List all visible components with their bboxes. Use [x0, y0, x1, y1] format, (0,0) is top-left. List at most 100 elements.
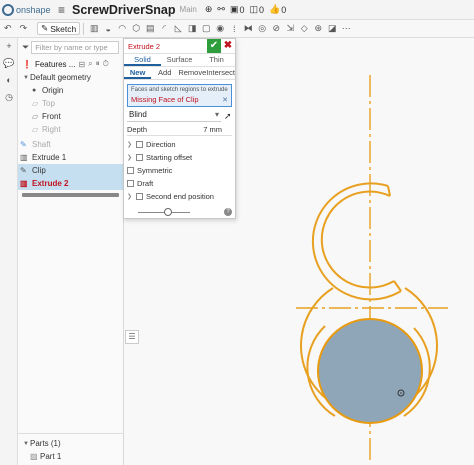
- tree-item-label: Top: [42, 99, 55, 108]
- flip-direction-icon[interactable]: ➚: [224, 111, 232, 122]
- tab-remove[interactable]: Remove: [178, 67, 206, 79]
- loft-tool-icon[interactable]: ⬡: [129, 23, 143, 35]
- tab-thin[interactable]: Thin: [198, 54, 235, 66]
- option-label: Second end position: [146, 192, 214, 201]
- slider-handle[interactable]: [164, 208, 172, 216]
- box-icon: ▣: [229, 4, 239, 14]
- revolve-tool-icon[interactable]: ◒: [101, 23, 115, 35]
- list-view-icon[interactable]: ☰: [125, 330, 139, 344]
- history-icon[interactable]: ◷: [0, 92, 18, 106]
- help-icon[interactable]: ?: [224, 208, 232, 216]
- chevron-right-icon[interactable]: ❯: [127, 193, 133, 200]
- tree-item-right-plane[interactable]: ▱ Right: [18, 123, 123, 136]
- likes-counter[interactable]: 👍 0: [269, 4, 286, 15]
- cancel-button[interactable]: ✖: [221, 39, 235, 53]
- direction-checkbox[interactable]: [136, 141, 143, 148]
- redo-icon[interactable]: ↷: [16, 23, 32, 34]
- rollback-bar[interactable]: [22, 193, 119, 197]
- accept-button[interactable]: ✔: [207, 39, 221, 53]
- fillet-tool-icon[interactable]: ◜: [157, 23, 171, 35]
- document-title[interactable]: ScrewDriverSnap: [72, 3, 176, 17]
- tree-item-label: Extrude 2: [32, 179, 69, 188]
- chamfer-tool-icon[interactable]: ◺: [171, 23, 185, 35]
- tree-item-front-plane[interactable]: ▱ Front: [18, 110, 123, 123]
- tab-intersect[interactable]: Intersect: [206, 67, 235, 79]
- option-draft[interactable]: Draft: [124, 177, 235, 190]
- comments-icon[interactable]: 💬: [0, 58, 18, 72]
- draft-tool-icon[interactable]: ◨: [185, 23, 199, 35]
- tree-item-extrude-1[interactable]: ▥ Extrude 1: [18, 151, 123, 164]
- split-tool-icon[interactable]: ⊘: [269, 23, 283, 35]
- search-icon[interactable]: ⌕: [88, 59, 92, 69]
- pattern-tool-icon[interactable]: ⁞: [227, 23, 241, 35]
- hole-tool-icon[interactable]: ◉: [213, 23, 227, 35]
- tree-item-label: Shaft: [32, 140, 51, 149]
- draft-checkbox[interactable]: [127, 180, 134, 187]
- tab-solid[interactable]: Solid: [124, 54, 161, 66]
- tab-add[interactable]: Add: [151, 67, 178, 79]
- second-end-checkbox[interactable]: [136, 193, 143, 200]
- filter-icon[interactable]: ⏷: [22, 42, 29, 53]
- regions-selection-field[interactable]: Faces and sketch regions to extrude Miss…: [127, 84, 232, 107]
- parts-counter[interactable]: ▣ 0: [230, 4, 245, 15]
- pause-icon[interactable]: ⏸: [96, 59, 100, 69]
- onshape-logo[interactable]: onshape: [0, 3, 58, 16]
- option-second-end-position[interactable]: ❯ Second end position: [124, 190, 235, 203]
- extrude-tool-icon[interactable]: ▥: [87, 23, 101, 35]
- tree-item-top-plane[interactable]: ▱ Top: [18, 97, 123, 110]
- menu-icon[interactable]: ≡: [58, 3, 70, 17]
- caret-down-icon[interactable]: ▼: [22, 75, 30, 81]
- extrude-error-icon: ▥: [20, 179, 28, 188]
- chevron-right-icon[interactable]: ❯: [127, 154, 133, 161]
- more-tools-icon[interactable]: ⋯: [339, 23, 353, 35]
- extrude-operation-tabs: New Add Remove Intersect: [124, 67, 235, 80]
- collapse-icon[interactable]: ⊟: [78, 60, 85, 69]
- mate-connector-tool-icon[interactable]: ⊛: [311, 23, 325, 35]
- tree-item-default-geometry[interactable]: ▼ Default geometry: [18, 71, 123, 84]
- boolean-tool-icon[interactable]: ◎: [255, 23, 269, 35]
- shell-tool-icon[interactable]: ▢: [199, 23, 213, 35]
- mirror-tool-icon[interactable]: ⧓: [241, 23, 255, 35]
- tree-item-label: Right: [42, 125, 61, 134]
- rebuild-icon[interactable]: ⏱: [103, 59, 109, 69]
- clip-inner-arc[interactable]: [320, 190, 395, 289]
- tab-surface[interactable]: Surface: [161, 54, 198, 66]
- chevron-right-icon[interactable]: ❯: [127, 141, 133, 148]
- preview-slider[interactable]: ?: [124, 205, 235, 219]
- sweep-tool-icon[interactable]: ◠: [115, 23, 129, 35]
- parts-label: Parts (1): [30, 439, 61, 448]
- part-item[interactable]: ▨ Part 1: [18, 450, 124, 463]
- caret-down-icon[interactable]: ▼: [22, 441, 30, 447]
- sketch-icon: ✎: [20, 166, 27, 175]
- starting-offset-checkbox[interactable]: [136, 154, 143, 161]
- thicken-tool-icon[interactable]: ▤: [143, 23, 157, 35]
- clear-selection-icon[interactable]: ✕: [222, 96, 228, 104]
- symmetric-checkbox[interactable]: [127, 167, 134, 174]
- versions-counter[interactable]: ◫ 0: [250, 4, 265, 15]
- plane-tool-icon[interactable]: ◇: [297, 23, 311, 35]
- parts-header[interactable]: ▼ Parts (1): [18, 437, 124, 450]
- undo-icon[interactable]: ↶: [0, 23, 16, 34]
- clip-outer-arc[interactable]: [311, 182, 402, 301]
- globe-icon[interactable]: ⊕: [205, 4, 213, 15]
- option-symmetric[interactable]: Symmetric: [124, 164, 235, 177]
- add-feature-icon[interactable]: +: [0, 41, 18, 55]
- end-type-select[interactable]: Blind ▾: [127, 110, 221, 122]
- tree-item-extrude-2[interactable]: ▥ Extrude 2: [18, 177, 123, 190]
- option-direction[interactable]: ❯ Direction: [124, 138, 235, 151]
- option-starting-offset[interactable]: ❯ Starting offset: [124, 151, 235, 164]
- tree-item-shaft[interactable]: ✎ Shaft: [18, 138, 123, 151]
- transform-tool-icon[interactable]: ⇲: [283, 23, 297, 35]
- sketch-button[interactable]: ✎ Sketch: [37, 22, 81, 35]
- tree-item-origin[interactable]: ● Origin: [18, 84, 123, 97]
- tree-item-clip[interactable]: ✎ Clip: [18, 164, 123, 177]
- feature-filter-input[interactable]: Filter by name or type: [31, 41, 119, 54]
- tab-new[interactable]: New: [124, 67, 152, 79]
- branch-label[interactable]: Main: [180, 5, 197, 14]
- features-header-label[interactable]: Features ...: [35, 60, 75, 69]
- surface-tool-icon[interactable]: ◪: [325, 23, 339, 35]
- extrude-face-circle[interactable]: [317, 318, 423, 424]
- depth-field[interactable]: Depth 7 mm: [127, 124, 232, 136]
- appearance-icon[interactable]: ◐: [0, 75, 18, 89]
- link-icon[interactable]: ⚯: [217, 4, 225, 15]
